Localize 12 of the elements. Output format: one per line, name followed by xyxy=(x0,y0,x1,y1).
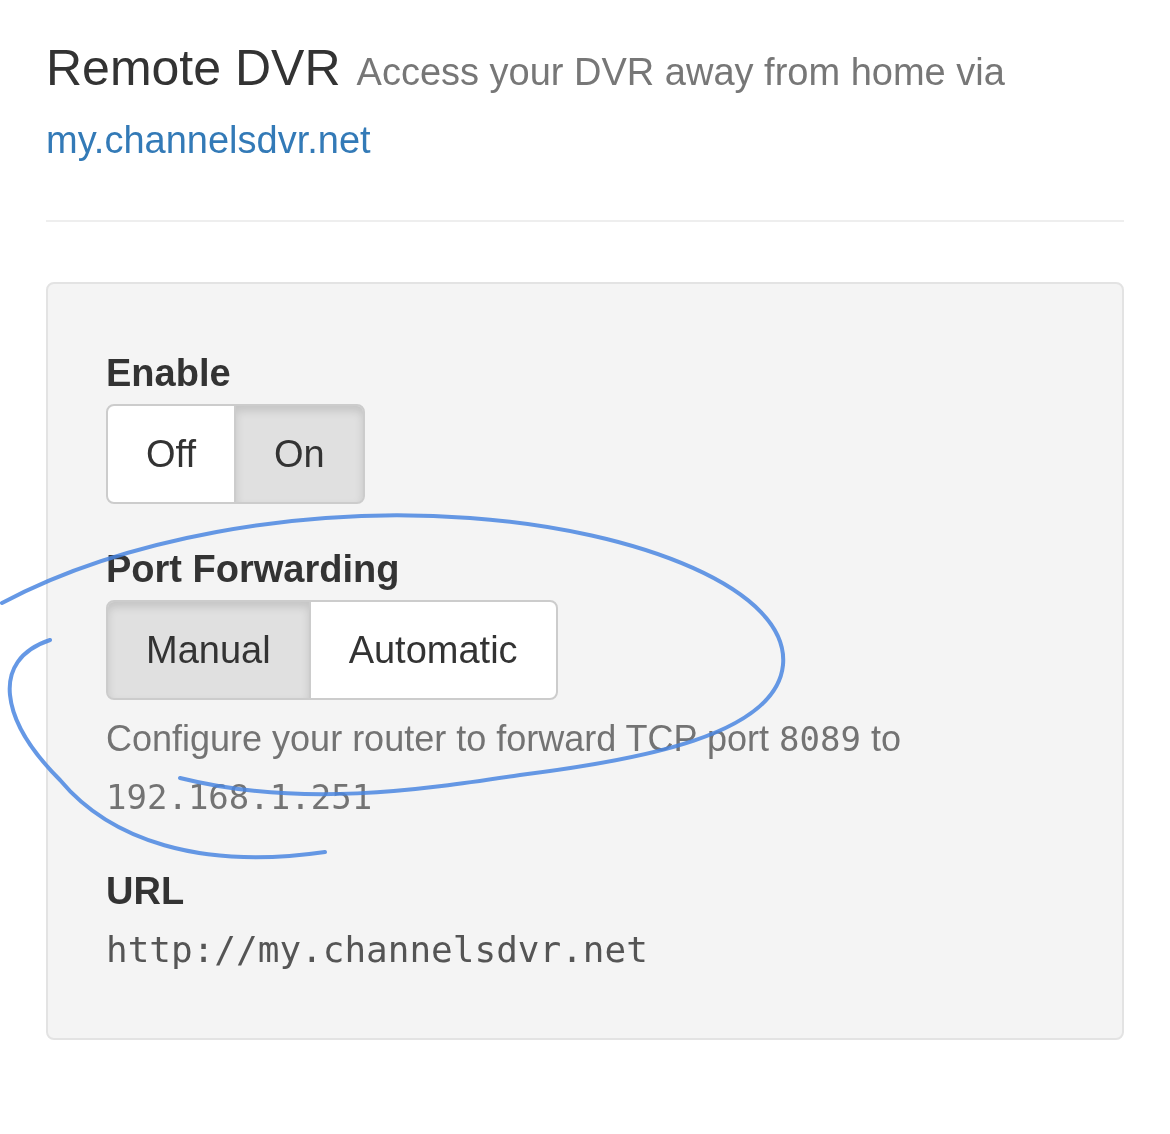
url-value: http://my.channelsdvr.net xyxy=(106,928,649,972)
help-text: Configure your router to forward TCP port 8089 to 192.168.1.251 xyxy=(106,717,902,819)
page-title: Remote DVR xyxy=(46,40,341,96)
page-subtitle: Access your DVR away from home via xyxy=(356,51,1005,93)
setting-label: Enable xyxy=(106,351,232,396)
toggle-option[interactable]: Manual xyxy=(106,600,311,700)
setting-label: Port Forwarding xyxy=(106,547,401,592)
toggle-option[interactable]: Off xyxy=(106,404,236,504)
site-link[interactable]: my.channelsdvr.net xyxy=(46,110,371,170)
toggle-option[interactable]: On xyxy=(234,404,365,504)
setting-label: URL xyxy=(106,869,186,914)
toggle-option[interactable]: Automatic xyxy=(308,600,558,700)
